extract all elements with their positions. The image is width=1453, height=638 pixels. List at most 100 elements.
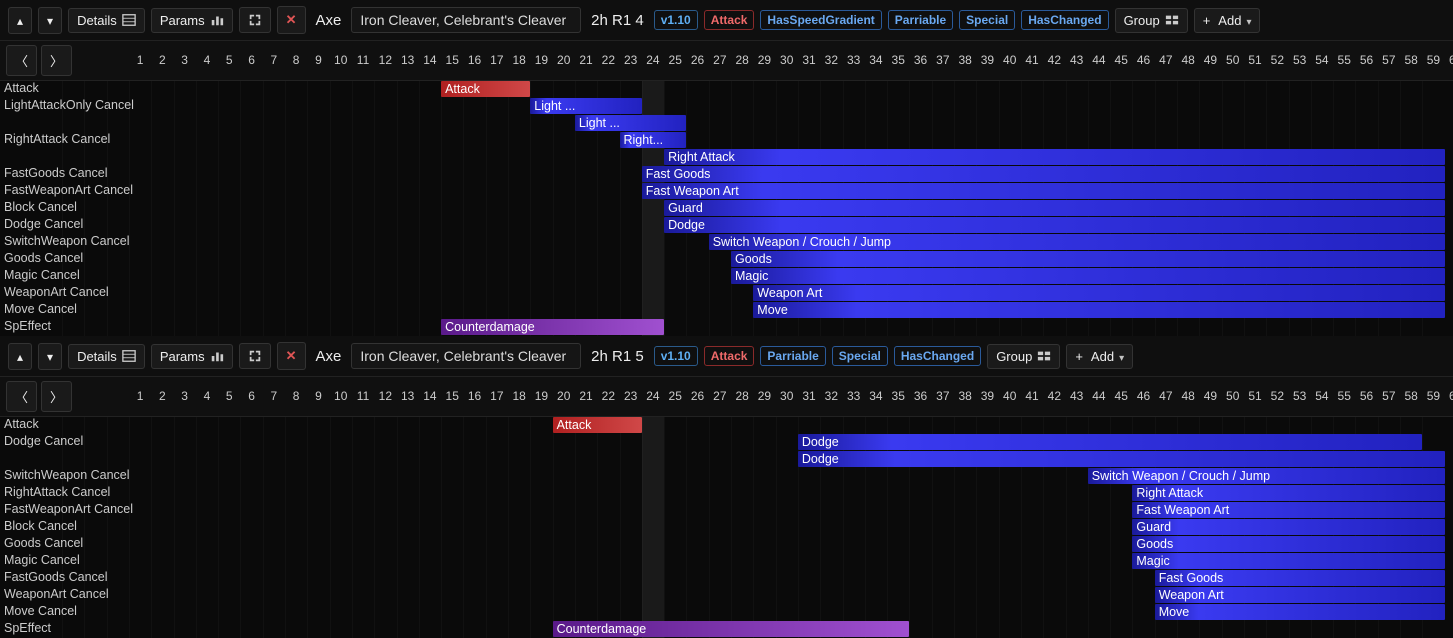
timeline-bar[interactable]: Weapon Art (753, 285, 1444, 301)
ruler-tick: 18 (512, 389, 525, 403)
group-button[interactable]: Group (987, 344, 1060, 369)
timeline-bar[interactable]: Guard (664, 200, 1445, 216)
ruler-tick: 24 (646, 53, 659, 67)
ruler-tick: 24 (646, 389, 659, 403)
ruler-tick: 11 (357, 53, 369, 67)
version-tag[interactable]: v1.10 (654, 346, 698, 366)
frame-ruler[interactable]: 1234567891011121314151617181920212223242… (78, 387, 1453, 407)
timeline-row: SpEffect Counterdamage (0, 319, 1453, 336)
tag-special[interactable]: Special (832, 346, 888, 366)
ruler-tick: 6 (248, 389, 255, 403)
timeline-bar[interactable]: Goods (731, 251, 1445, 267)
params-button[interactable]: Params (151, 8, 233, 33)
timeline-bar[interactable]: Fast Goods (1155, 570, 1445, 586)
prev-button[interactable]: 〈 (6, 45, 37, 76)
ruler-tick: 46 (1137, 389, 1150, 403)
collapse-up-button[interactable] (8, 7, 32, 34)
timeline-row: WeaponArt Cancel Weapon Art (0, 285, 1453, 302)
add-button[interactable]: Add (1194, 8, 1261, 33)
ruler-tick: 53 (1293, 389, 1306, 403)
tag-parriable[interactable]: Parriable (760, 346, 825, 366)
timeline-row: Dodge (0, 451, 1453, 468)
ruler-tick: 14 (423, 53, 436, 67)
timeline-bar[interactable]: Goods (1132, 536, 1444, 552)
timeline[interactable]: Attack Attack LightAttackOnly Cancel Lig… (0, 81, 1453, 336)
row-label: Magic Cancel (4, 553, 80, 567)
timeline-row: WeaponArt Cancel Weapon Art (0, 587, 1453, 604)
tag-haschanged[interactable]: HasChanged (894, 346, 981, 366)
ruler-tick: 8 (293, 53, 300, 67)
expand-down-button[interactable] (38, 343, 62, 370)
timeline-bar[interactable]: Weapon Art (1155, 587, 1445, 603)
variant-label: 2h R1 4 (587, 12, 648, 29)
close-button[interactable]: ✕ (277, 342, 306, 370)
ruler-tick: 23 (624, 389, 637, 403)
ruler-tick: 25 (669, 53, 682, 67)
next-button[interactable]: 〉 (41, 381, 72, 412)
timeline-bar[interactable]: Counterdamage (553, 621, 910, 637)
timeline-row: Goods Cancel Goods (0, 251, 1453, 268)
tag-hasspeedgradient[interactable]: HasSpeedGradient (760, 10, 881, 30)
timeline-row: Light ... (0, 115, 1453, 132)
timeline-bar[interactable]: Magic (731, 268, 1445, 284)
timeline-bar[interactable]: Fast Weapon Art (1132, 502, 1444, 518)
timeline-bar[interactable]: Fast Weapon Art (642, 183, 1445, 199)
tag-special[interactable]: Special (959, 10, 1015, 30)
timeline-bar[interactable]: Right Attack (664, 149, 1445, 165)
collapse-button[interactable] (239, 7, 271, 33)
weapon-select[interactable]: Iron Cleaver, Celebrant's Cleaver (351, 7, 581, 33)
weapon-select[interactable]: Iron Cleaver, Celebrant's Cleaver (351, 343, 581, 369)
row-label: Attack (4, 417, 39, 431)
ruler-tick: 17 (490, 53, 503, 67)
ruler-tick: 8 (293, 389, 300, 403)
timeline-row: LightAttackOnly Cancel Light ... (0, 98, 1453, 115)
expand-down-button[interactable] (38, 7, 62, 34)
timeline-bar[interactable]: Move (753, 302, 1444, 318)
frame-ruler[interactable]: 1234567891011121314151617181920212223242… (78, 51, 1453, 71)
add-button[interactable]: Add (1066, 344, 1133, 369)
timeline-bar[interactable]: Dodge (664, 217, 1445, 233)
timeline-row: Attack Attack (0, 81, 1453, 98)
ruler-tick: 45 (1115, 389, 1128, 403)
tag-parriable[interactable]: Parriable (888, 10, 953, 30)
row-label: RightAttack Cancel (4, 485, 110, 499)
tag-attack[interactable]: Attack (704, 346, 755, 366)
timeline-bar[interactable]: Attack (553, 417, 642, 433)
timeline-bar[interactable]: Right... (620, 132, 687, 148)
timeline-bar[interactable]: Right Attack (1132, 485, 1444, 501)
ruler-tick: 45 (1115, 53, 1128, 67)
ruler-tick: 21 (579, 53, 592, 67)
timeline-bar[interactable]: Counterdamage (441, 319, 664, 335)
ruler-tick: 13 (401, 53, 414, 67)
timeline-bar[interactable]: Magic (1132, 553, 1444, 569)
ruler-tick: 42 (1048, 53, 1061, 67)
prev-button[interactable]: 〈 (6, 381, 37, 412)
timeline[interactable]: Attack Attack Dodge Cancel Dodge Dodge S… (0, 417, 1453, 638)
timeline-bar[interactable]: Switch Weapon / Crouch / Jump (709, 234, 1445, 250)
timeline-bar[interactable]: Light ... (530, 98, 642, 114)
tag-attack[interactable]: Attack (704, 10, 755, 30)
group-button[interactable]: Group (1115, 8, 1188, 33)
close-button[interactable]: ✕ (277, 6, 306, 34)
ruler-tick: 51 (1248, 389, 1261, 403)
timeline-bar[interactable]: Move (1155, 604, 1445, 620)
version-tag[interactable]: v1.10 (654, 10, 698, 30)
timeline-bar[interactable]: Dodge (798, 451, 1445, 467)
category-label: Axe (312, 348, 346, 365)
row-label: Dodge Cancel (4, 434, 83, 448)
next-button[interactable]: 〉 (41, 45, 72, 76)
collapse-up-button[interactable] (8, 343, 32, 370)
params-button[interactable]: Params (151, 344, 233, 369)
ruler-tick: 4 (204, 53, 211, 67)
timeline-bar[interactable]: Switch Weapon / Crouch / Jump (1088, 468, 1445, 484)
timeline-bar[interactable]: Light ... (575, 115, 687, 131)
timeline-bar[interactable]: Attack (441, 81, 530, 97)
timeline-bar[interactable]: Dodge (798, 434, 1422, 450)
collapse-button[interactable] (239, 343, 271, 369)
ruler-tick: 43 (1070, 389, 1083, 403)
details-button[interactable]: Details (68, 8, 145, 33)
tag-haschanged[interactable]: HasChanged (1021, 10, 1108, 30)
details-button[interactable]: Details (68, 344, 145, 369)
timeline-bar[interactable]: Fast Goods (642, 166, 1445, 182)
timeline-bar[interactable]: Guard (1132, 519, 1444, 535)
